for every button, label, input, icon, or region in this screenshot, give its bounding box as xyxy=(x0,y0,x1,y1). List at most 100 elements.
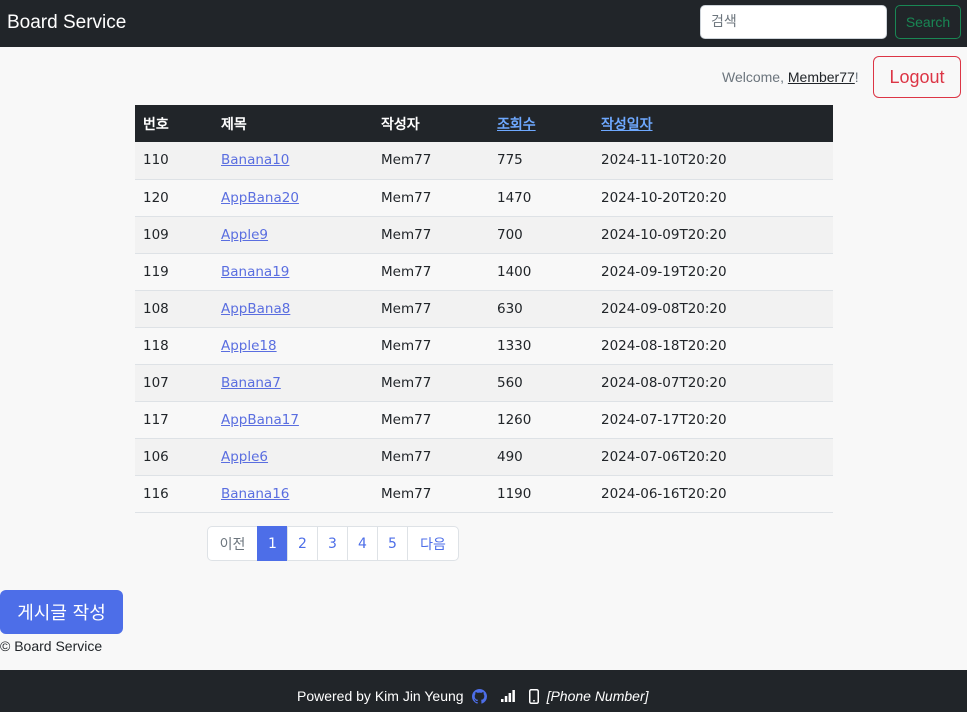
page-2[interactable]: 2 xyxy=(287,526,318,561)
cell-no: 110 xyxy=(135,142,213,180)
copyright: © Board Service xyxy=(0,638,103,654)
cell-views: 1330 xyxy=(489,327,593,365)
cell-title: Banana7 xyxy=(213,364,373,402)
cell-title: AppBana17 xyxy=(213,401,373,439)
table-row: 110 Banana10 Mem77 775 2024-11-10T20:20 xyxy=(135,142,833,180)
table-row: 119 Banana19 Mem77 1400 2024-09-19T20:20 xyxy=(135,253,833,291)
post-title-link[interactable]: Apple9 xyxy=(221,227,268,243)
footer-content: Powered by Kim Jin Yeung [Phone Number] xyxy=(297,688,649,704)
post-title-link[interactable]: AppBana17 xyxy=(221,412,299,428)
post-title-link[interactable]: AppBana8 xyxy=(221,301,290,317)
cell-views: 1260 xyxy=(489,401,593,439)
cell-title: Apple18 xyxy=(213,327,373,365)
cell-writer: Mem77 xyxy=(373,364,489,402)
cell-date: 2024-07-06T20:20 xyxy=(593,438,833,476)
post-title-link[interactable]: Apple18 xyxy=(221,338,277,354)
cell-no: 109 xyxy=(135,216,213,254)
cell-no: 116 xyxy=(135,475,213,513)
header-no: 번호 xyxy=(135,105,213,142)
post-title-link[interactable]: Banana19 xyxy=(221,264,289,280)
cell-date: 2024-10-09T20:20 xyxy=(593,216,833,254)
pagination: 이전 1 2 3 4 5 다음 xyxy=(207,526,459,561)
cell-views: 1190 xyxy=(489,475,593,513)
cell-writer: Mem77 xyxy=(373,142,489,180)
table-row: 106 Apple6 Mem77 490 2024-07-06T20:20 xyxy=(135,438,833,476)
cell-title: Banana19 xyxy=(213,253,373,291)
header-title: 제목 xyxy=(213,105,373,142)
search-input[interactable] xyxy=(700,5,887,39)
cell-views: 630 xyxy=(489,290,593,328)
cell-no: 120 xyxy=(135,179,213,217)
post-title-link[interactable]: Banana7 xyxy=(221,375,281,391)
cell-writer: Mem77 xyxy=(373,253,489,291)
header-views: 조회수 xyxy=(489,105,593,142)
footer: Powered by Kim Jin Yeung [Phone Number] xyxy=(0,670,967,712)
cell-writer: Mem77 xyxy=(373,179,489,217)
cell-date: 2024-08-18T20:20 xyxy=(593,327,833,365)
username-link[interactable]: Member77 xyxy=(788,69,855,85)
cell-views: 775 xyxy=(489,142,593,180)
welcome-suffix: ! xyxy=(854,69,859,85)
sort-date-link[interactable]: 작성일자 xyxy=(601,117,653,133)
phone-icon xyxy=(528,688,539,704)
cell-title: AppBana20 xyxy=(213,179,373,217)
brand-title[interactable]: Board Service xyxy=(7,12,126,34)
write-post-button[interactable]: 게시글 작성 xyxy=(0,590,123,634)
github-icon[interactable] xyxy=(471,688,487,704)
cell-writer: Mem77 xyxy=(373,216,489,254)
page-5[interactable]: 5 xyxy=(377,526,408,561)
header-writer: 작성자 xyxy=(373,105,489,142)
cell-title: Apple9 xyxy=(213,216,373,254)
cell-date: 2024-06-16T20:20 xyxy=(593,475,833,513)
cell-date: 2024-11-10T20:20 xyxy=(593,142,833,180)
cell-writer: Mem77 xyxy=(373,401,489,439)
navbar: Board Service Search xyxy=(0,0,967,47)
cell-writer: Mem77 xyxy=(373,290,489,328)
post-title-link[interactable]: Banana16 xyxy=(221,486,289,502)
cell-views: 700 xyxy=(489,216,593,254)
cell-no: 108 xyxy=(135,290,213,328)
cell-no: 117 xyxy=(135,401,213,439)
cell-writer: Mem77 xyxy=(373,475,489,513)
phone-text: [Phone Number] xyxy=(546,688,649,704)
table-row: 108 AppBana8 Mem77 630 2024-09-08T20:20 xyxy=(135,290,833,328)
cell-date: 2024-09-08T20:20 xyxy=(593,290,833,328)
welcome-prefix: Welcome, xyxy=(722,69,788,85)
cell-no: 106 xyxy=(135,438,213,476)
sort-views-link[interactable]: 조회수 xyxy=(497,117,536,133)
cell-writer: Mem77 xyxy=(373,327,489,365)
header-date: 작성일자 xyxy=(593,105,833,142)
table-row: 109 Apple9 Mem77 700 2024-10-09T20:20 xyxy=(135,216,833,254)
cell-views: 1400 xyxy=(489,253,593,291)
post-title-link[interactable]: Banana10 xyxy=(221,152,289,168)
cell-views: 560 xyxy=(489,364,593,402)
page-4[interactable]: 4 xyxy=(347,526,378,561)
cell-date: 2024-10-20T20:20 xyxy=(593,179,833,217)
page-1[interactable]: 1 xyxy=(257,526,288,561)
board-table: 번호 제목 작성자 조회수 작성일자 110 Banana10 Mem77 775 20… xyxy=(135,105,833,513)
cell-title: Apple6 xyxy=(213,438,373,476)
logout-button[interactable]: Logout xyxy=(873,56,961,98)
cell-date: 2024-07-17T20:20 xyxy=(593,401,833,439)
cell-date: 2024-08-07T20:20 xyxy=(593,364,833,402)
search-button[interactable]: Search xyxy=(895,5,961,39)
cell-writer: Mem77 xyxy=(373,438,489,476)
table-row: 117 AppBana17 Mem77 1260 2024-07-17T20:20 xyxy=(135,401,833,439)
cell-title: Banana16 xyxy=(213,475,373,513)
table-row: 118 Apple18 Mem77 1330 2024-08-18T20:20 xyxy=(135,327,833,365)
signal-icon xyxy=(500,690,515,702)
table-header-row: 번호 제목 작성자 조회수 작성일자 xyxy=(135,105,833,142)
page-3[interactable]: 3 xyxy=(317,526,348,561)
cell-views: 490 xyxy=(489,438,593,476)
cell-date: 2024-09-19T20:20 xyxy=(593,253,833,291)
cell-title: Banana10 xyxy=(213,142,373,180)
page-prev[interactable]: 이전 xyxy=(207,526,258,561)
table-row: 107 Banana7 Mem77 560 2024-08-07T20:20 xyxy=(135,364,833,402)
powered-by-text: Powered by Kim Jin Yeung xyxy=(297,688,464,704)
cell-title: AppBana8 xyxy=(213,290,373,328)
post-title-link[interactable]: Apple6 xyxy=(221,449,268,465)
welcome-message: Welcome, Member77! xyxy=(722,69,859,85)
table-row: 116 Banana16 Mem77 1190 2024-06-16T20:20 xyxy=(135,475,833,513)
post-title-link[interactable]: AppBana20 xyxy=(221,190,299,206)
page-next[interactable]: 다음 xyxy=(407,526,459,561)
